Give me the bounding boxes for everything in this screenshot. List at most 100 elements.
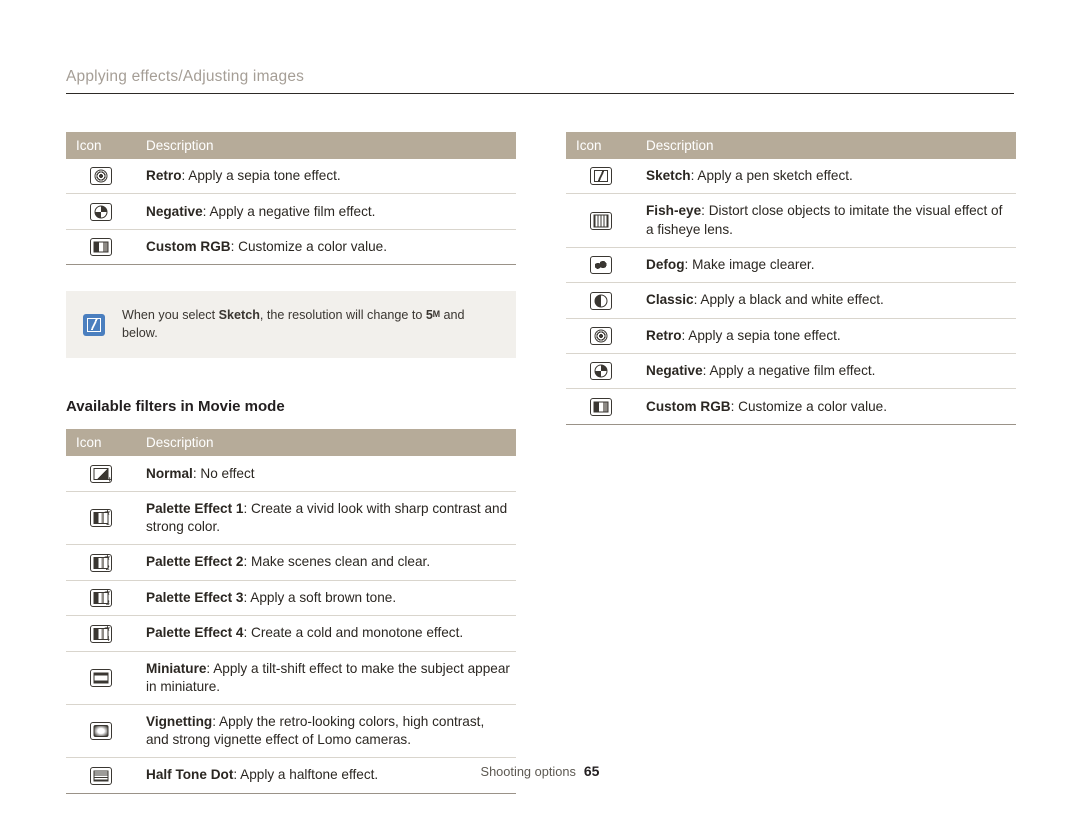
table-row: Retro: Apply a sepia tone effect. — [566, 318, 1016, 355]
table-row: Retro: Apply a sepia tone effect. — [66, 159, 516, 195]
icon-cell — [66, 193, 136, 230]
filter-name: Palette Effect 2 — [146, 554, 244, 570]
filter-name: Custom RGB — [646, 398, 731, 414]
star-glyph: ★ — [103, 623, 111, 633]
filter-name: Normal — [146, 465, 193, 481]
icon-cell — [66, 229, 136, 266]
note-text-before: When you select — [122, 308, 219, 323]
document-page: Applying effects/Adjusting images Icon D… — [0, 0, 1080, 815]
table-row: ★ 3 Palette Effect 3: Apply a soft brown … — [66, 580, 516, 617]
filter-name: Custom RGB — [146, 238, 231, 254]
filter-name: Miniature — [146, 660, 207, 676]
star-glyph: ★ — [103, 588, 111, 598]
description-cell: Vignetting: Apply the retro-looking colo… — [136, 704, 516, 759]
table-row: Custom RGB: Customize a color value. — [566, 388, 1016, 425]
filter-text: : Apply a sepia tone effect. — [181, 168, 341, 184]
right-column: Icon Description Sketch: Apply a pen ske… — [566, 132, 1016, 425]
fish-eye-icon — [590, 211, 612, 230]
page-number: 65 — [583, 763, 600, 779]
note-bold-word: Sketch — [218, 308, 260, 323]
table-header-row: Icon Description — [566, 132, 1016, 159]
column-header-icon: Icon — [566, 132, 636, 159]
icon-cell — [566, 353, 636, 390]
filter-text: : Apply a sepia tone effect. — [681, 327, 841, 343]
description-cell: Sketch: Apply a pen sketch effect. — [636, 159, 1016, 195]
icon-cell — [566, 282, 636, 319]
number-glyph: 1 — [105, 519, 110, 528]
filter-text: : Apply a soft brown tone. — [243, 589, 397, 605]
description-cell: Palette Effect 4: Create a cold and mono… — [136, 615, 516, 652]
page-footer: Shooting options 65 — [0, 763, 1080, 779]
filter-name: Negative — [646, 363, 703, 379]
filter-name: Retro — [646, 327, 682, 343]
palette-effect-2-icon: ★ 2 — [90, 552, 112, 572]
table-header-row: Icon Description — [66, 132, 516, 159]
icon-cell: ★ 3 — [66, 580, 136, 617]
description-cell: Custom RGB: Customize a color value. — [136, 229, 516, 266]
miniature-dot — [99, 676, 103, 680]
left-filters-table: Icon Description Retro: Apply a sepia to… — [66, 132, 516, 266]
classic-icon — [590, 291, 612, 310]
note-icon — [83, 313, 105, 336]
table-row: Negative: Apply a negative film effect. — [66, 193, 516, 230]
custom-rgb-icon — [90, 238, 112, 257]
number-glyph: 3 — [105, 599, 110, 608]
filter-text: : Create a cold and monotone effect. — [243, 625, 464, 641]
table-row: Custom RGB: Customize a color value. — [66, 229, 516, 266]
description-cell: Negative: Apply a negative film effect. — [636, 353, 1016, 390]
icon-cell — [66, 159, 136, 195]
column-header-description: Description — [136, 132, 516, 159]
palette-effect-3-icon: ★ 3 — [90, 588, 112, 608]
miniature-icon — [90, 668, 112, 687]
icon-cell — [566, 193, 636, 248]
filter-name: Palette Effect 4 — [146, 625, 244, 641]
header-divider — [66, 93, 1014, 94]
negative-icon — [590, 362, 612, 381]
note-box: When you select Sketch, the resolution w… — [66, 291, 516, 359]
column-header-description: Description — [636, 132, 1016, 159]
page-header: Applying effects/Adjusting images — [66, 68, 1014, 94]
note-text: When you select Sketch, the resolution w… — [122, 307, 516, 342]
resolution-unit: M — [432, 309, 441, 320]
icon-cell: ★ 4 — [66, 615, 136, 652]
filter-name: Palette Effect 3 — [146, 589, 244, 605]
icon-cell — [66, 651, 136, 705]
description-cell: Palette Effect 1: Create a vivid look wi… — [136, 491, 516, 546]
description-cell: Retro: Apply a sepia tone effect. — [136, 159, 516, 195]
custom-rgb-icon — [590, 397, 612, 416]
defog-icon — [590, 256, 612, 275]
column-header-icon: Icon — [66, 429, 136, 457]
normal-icon: + — [90, 464, 112, 483]
icon-cell: ★ 1 — [66, 491, 136, 546]
number-glyph: 4 — [105, 634, 110, 643]
sketch-icon — [590, 167, 612, 186]
filter-name: Classic — [646, 292, 694, 308]
note-icon-wrap — [66, 313, 122, 336]
right-filters-table: Icon Description Sketch: Apply a pen ske… — [566, 132, 1016, 425]
table-row: ★ 2 Palette Effect 2: Make scenes clean a… — [66, 544, 516, 581]
filter-name: Palette Effect 1 — [146, 500, 244, 516]
filter-text: : Apply a pen sketch effect. — [690, 168, 853, 184]
palette-effect-4-icon: ★ 4 — [90, 623, 112, 643]
note-text-middle: , the resolution will change to — [259, 308, 426, 323]
table-row: Negative: Apply a negative film effect. — [566, 353, 1016, 390]
description-cell: Custom RGB: Customize a color value. — [636, 388, 1016, 425]
movie-filters-table: Icon Description + Normal: No effect ★1 — [66, 429, 516, 794]
table-row: Vignetting: Apply the retro-looking colo… — [66, 704, 516, 759]
retro-icon — [590, 327, 612, 346]
description-cell: Defog: Make image clearer. — [636, 247, 1016, 284]
table-row: Miniature: Apply a tilt-shift effect to … — [66, 651, 516, 705]
table-row: ★ 4 Palette Effect 4: Create a cold and m… — [66, 615, 516, 652]
table-header-row: Icon Description — [66, 429, 516, 457]
filter-text: : Apply a negative film effect. — [202, 203, 376, 219]
filter-text: : Make image clearer. — [684, 256, 815, 272]
palette-effect-1-icon: ★ 1 — [90, 509, 112, 528]
icon-cell — [566, 159, 636, 195]
description-cell: Retro: Apply a sepia tone effect. — [636, 318, 1016, 355]
filter-name: Sketch — [646, 168, 691, 184]
description-cell: Negative: Apply a negative film effect. — [136, 193, 516, 230]
star-glyph: ★ — [103, 552, 111, 562]
resolution-value: 5 — [425, 308, 433, 323]
description-cell: Palette Effect 3: Apply a soft brown ton… — [136, 580, 516, 617]
description-cell: Miniature: Apply a tilt-shift effect to … — [136, 651, 516, 705]
